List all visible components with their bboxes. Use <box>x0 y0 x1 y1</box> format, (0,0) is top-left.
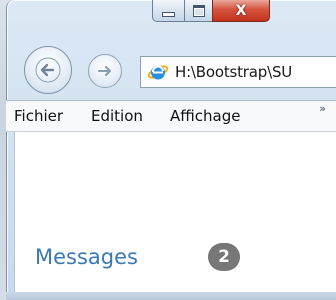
window-bottom-border <box>6 292 336 300</box>
internet-explorer-icon <box>147 65 169 80</box>
chevron-overflow-icon[interactable]: » <box>319 102 326 115</box>
forward-arrow-icon <box>98 66 111 76</box>
menu-item-affichage[interactable]: Affichage <box>170 107 240 125</box>
close-icon: X <box>235 2 247 19</box>
page-content: Messages 2 <box>14 132 336 292</box>
maximize-icon <box>192 4 205 17</box>
address-url: H:\Bootstrap\SU <box>175 63 293 81</box>
back-button[interactable] <box>24 46 72 94</box>
back-arrow-icon <box>35 57 61 83</box>
minimize-icon <box>162 12 175 17</box>
menu-bar: Fichier Edition Affichage » <box>6 100 336 132</box>
close-button[interactable]: X <box>212 0 270 22</box>
forward-button[interactable] <box>88 54 122 88</box>
menu-item-edition[interactable]: Edition <box>91 107 143 125</box>
messages-link[interactable]: Messages <box>35 245 138 269</box>
messages-count-badge: 2 <box>208 243 240 271</box>
address-bar[interactable]: H:\Bootstrap\SU <box>140 56 336 88</box>
minimize-button[interactable] <box>152 0 185 22</box>
maximize-button[interactable] <box>184 0 213 22</box>
menu-item-fichier[interactable]: Fichier <box>14 107 63 125</box>
window-caption-buttons: X <box>152 0 270 30</box>
